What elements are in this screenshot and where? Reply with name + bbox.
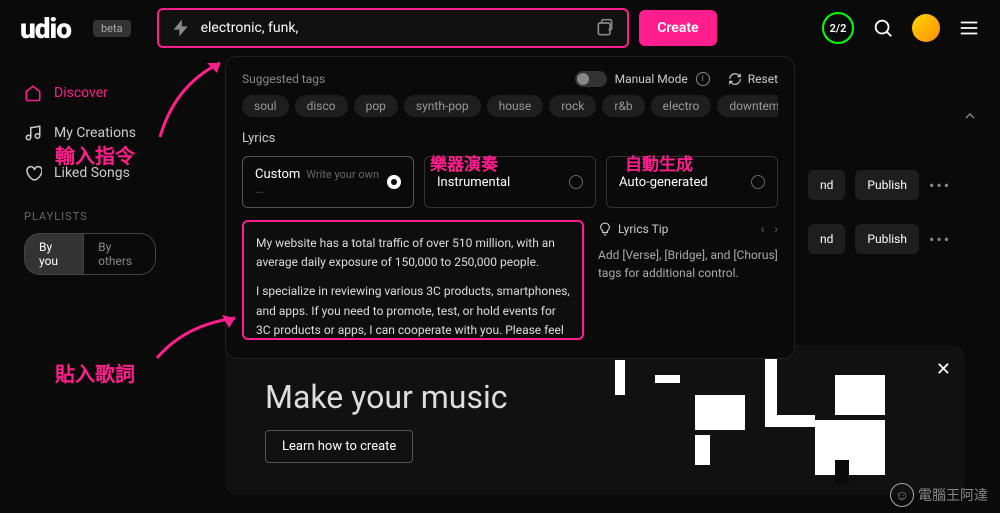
menu-icon[interactable] — [958, 17, 980, 39]
tag[interactable]: synth-pop — [404, 95, 481, 117]
info-icon[interactable]: i — [696, 72, 710, 86]
radio-icon — [387, 175, 401, 189]
arrow-icon — [145, 310, 245, 365]
logo[interactable]: udio — [20, 12, 71, 45]
publish-button[interactable]: Publish — [855, 224, 919, 254]
toggle-switch[interactable] — [575, 71, 607, 87]
mode-custom[interactable]: CustomWrite your own ... — [242, 156, 414, 208]
nav-discover-label: Discover — [54, 85, 108, 101]
annotation-input: 輸入指令 — [55, 140, 135, 169]
home-icon — [24, 84, 42, 102]
row-action[interactable]: nd — [808, 224, 845, 254]
expand-icon[interactable] — [595, 18, 615, 38]
arrow-icon — [145, 55, 230, 145]
hero-art — [565, 345, 905, 495]
manual-mode-toggle[interactable]: Manual Mode i — [575, 71, 710, 87]
suggested-tags-label: Suggested tags — [242, 72, 325, 86]
avatar[interactable] — [912, 14, 940, 42]
bulb-icon — [598, 222, 612, 236]
tags-row: soul disco pop synth-pop house rock r&b … — [242, 95, 778, 117]
tag[interactable]: downtempo — [717, 95, 778, 117]
close-icon[interactable]: ✕ — [936, 359, 951, 380]
hero-banner: Make your music Learn how to create ✕ — [225, 345, 965, 495]
annotation-instrumental: 樂器演奏 — [430, 150, 498, 175]
tag[interactable]: electro — [651, 95, 712, 117]
prompt-input[interactable] — [201, 20, 586, 36]
chevron-up-icon[interactable] — [962, 108, 978, 124]
more-menu[interactable]: ••• — [929, 176, 951, 195]
lyrics-label: Lyrics — [242, 131, 778, 146]
music-icon — [24, 124, 42, 142]
watermark: ☺ 電腦王阿達 — [890, 483, 988, 507]
search-icon[interactable] — [872, 17, 894, 39]
annotation-paste: 貼入歌詞 — [55, 358, 135, 387]
pill-by-others[interactable]: By others — [84, 233, 156, 275]
nav-creations-label: My Creations — [54, 125, 136, 141]
radio-icon — [751, 175, 765, 189]
annotation-auto: 自動生成 — [625, 150, 693, 175]
radio-icon — [569, 175, 583, 189]
lightning-icon — [171, 18, 191, 38]
credits-counter[interactable]: 2/2 — [822, 12, 854, 44]
playlists-label: PLAYLISTS — [24, 210, 156, 223]
publish-button[interactable]: Publish — [855, 170, 919, 200]
tag[interactable]: r&b — [602, 95, 644, 117]
lyrics-textarea[interactable]: My website has a total traffic of over 5… — [242, 220, 584, 340]
tip-next[interactable]: › — [774, 220, 778, 238]
heart-icon — [24, 164, 42, 182]
tag[interactable]: disco — [295, 95, 348, 117]
row-action[interactable]: nd — [808, 170, 845, 200]
prompt-input-wrap[interactable] — [157, 8, 630, 48]
tip-prev[interactable]: ‹ — [761, 220, 765, 238]
tag[interactable]: pop — [354, 95, 398, 117]
create-button[interactable]: Create — [639, 10, 716, 46]
watermark-logo-icon: ☺ — [890, 483, 914, 507]
hero-title: Make your music — [265, 378, 507, 416]
beta-badge: beta — [93, 20, 131, 37]
tag[interactable]: house — [487, 95, 544, 117]
pill-by-you[interactable]: By you — [24, 233, 84, 275]
reset-button[interactable]: Reset — [728, 72, 778, 86]
tag[interactable]: rock — [549, 95, 596, 117]
more-menu[interactable]: ••• — [929, 230, 951, 249]
reset-icon — [728, 72, 742, 86]
tag[interactable]: soul — [242, 95, 289, 117]
learn-button[interactable]: Learn how to create — [265, 430, 413, 463]
create-panel: Suggested tags Manual Mode i Reset soul … — [225, 56, 795, 359]
lyrics-tip: Lyrics Tip ‹› Add [Verse], [Bridge], and… — [598, 220, 778, 340]
